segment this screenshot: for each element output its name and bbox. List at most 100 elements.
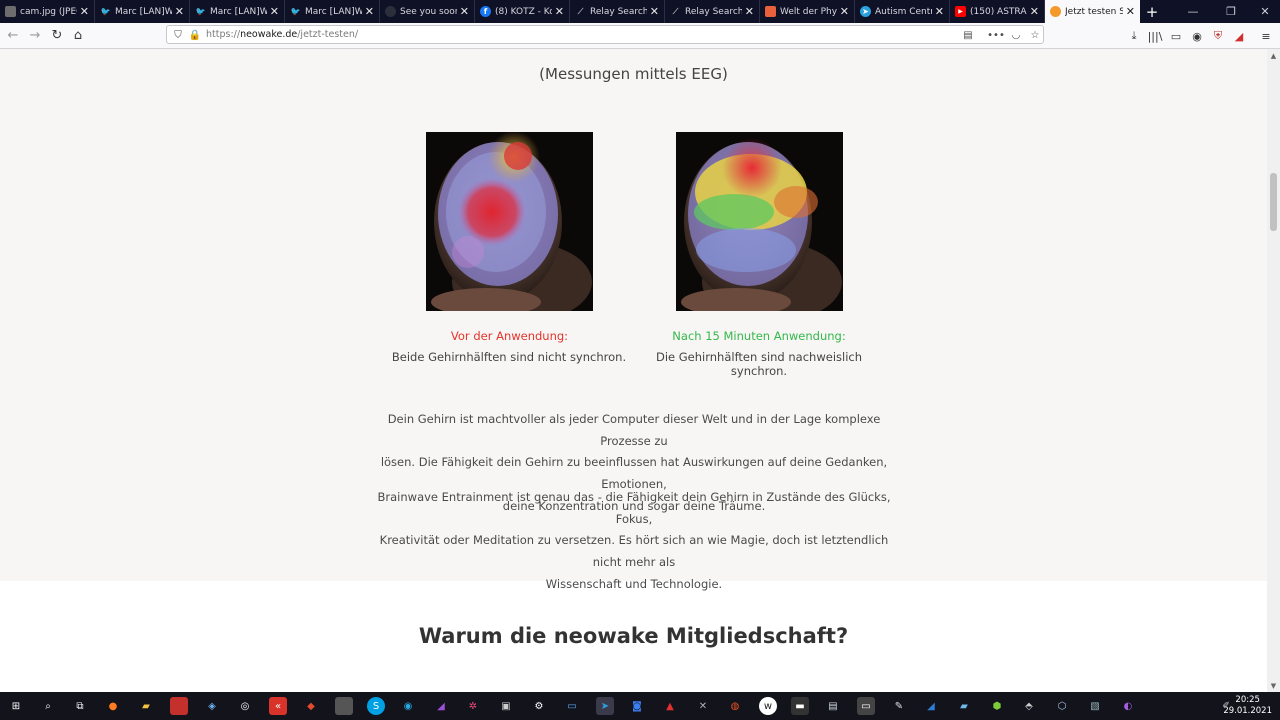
app-icon[interactable]: ◙ — [628, 697, 646, 715]
close-icon[interactable]: ✕ — [745, 5, 754, 18]
tab-title: Autism Centra — [875, 6, 932, 17]
close-icon[interactable]: ✕ — [270, 5, 279, 18]
scrollbar-thumb[interactable] — [1270, 173, 1277, 231]
reader-view-icon[interactable]: ▤ — [961, 28, 975, 42]
brain-scan-after-image — [676, 132, 843, 311]
browser-tab[interactable]: ➤ Autism Centra ✕ — [855, 0, 950, 23]
app-icon[interactable]: ✎ — [890, 697, 908, 715]
browser-tab[interactable]: cam.jpg (JPEG-Grafik ✕ — [0, 0, 95, 23]
close-icon[interactable]: ✕ — [1030, 5, 1039, 18]
browser-tab[interactable]: 🐦 Marc [LAN]WA ✕ — [285, 0, 380, 23]
app-icon[interactable] — [170, 697, 188, 715]
terminal-icon[interactable]: ▬ — [791, 697, 809, 715]
app-icon[interactable]: ◐ — [1119, 697, 1137, 715]
close-icon[interactable]: ✕ — [80, 5, 89, 18]
clock-time: 20:25 — [1235, 695, 1260, 705]
scroll-down-arrow-icon[interactable]: ▼ — [1267, 679, 1280, 692]
tab-title: See you soon — [400, 6, 457, 17]
download-icon[interactable]: ⤓ — [1126, 28, 1142, 44]
search-icon[interactable]: ⌕ — [39, 697, 57, 715]
app-icon[interactable]: ◢ — [922, 697, 940, 715]
app-icon[interactable]: « — [269, 697, 287, 715]
close-icon[interactable]: ✕ — [1126, 5, 1135, 18]
url-text[interactable]: https://neowake.de/jetzt-testen/ — [206, 29, 358, 40]
reload-icon[interactable]: ↻ — [48, 27, 66, 44]
app-icon[interactable]: ◆ — [302, 697, 320, 715]
bookmark-star-icon[interactable]: ☆ — [1028, 28, 1042, 42]
sidebar-icon[interactable]: ▭ — [1168, 28, 1184, 44]
app-icon[interactable]: ⬘ — [1020, 697, 1038, 715]
firefox-icon[interactable]: ● — [104, 697, 122, 715]
edge-icon[interactable]: ◉ — [399, 697, 417, 715]
shield-icon[interactable]: ⛉ — [171, 28, 185, 42]
app-icon[interactable]: ▲ — [661, 697, 679, 715]
browser-tab[interactable]: f (8) KOTZ - Kon ✕ — [475, 0, 570, 23]
browser-tab[interactable]: 🐦 Marc [LAN]WA ✕ — [95, 0, 190, 23]
page-actions-icon[interactable]: ••• — [987, 28, 1005, 42]
physics-icon — [765, 6, 776, 17]
telegram-icon[interactable]: ➤ — [596, 697, 614, 715]
new-tab-button[interactable]: + — [1140, 0, 1164, 23]
app-icon[interactable]: ▭ — [857, 697, 875, 715]
close-icon[interactable]: ✕ — [460, 5, 469, 18]
browser-tab[interactable]: Welt der Physik ✕ — [760, 0, 855, 23]
app-icon[interactable]: ▧ — [1086, 697, 1104, 715]
slack-icon[interactable]: ✲ — [464, 697, 482, 715]
browser-tab[interactable]: ▶ (150) ASTRALP ✕ — [950, 0, 1045, 23]
system-clock[interactable]: 20:25 29.01.2021 — [1223, 695, 1272, 717]
lock-icon[interactable]: 🔒 — [188, 28, 202, 42]
app-icon[interactable]: ▭ — [563, 697, 581, 715]
close-icon[interactable]: ✕ — [365, 5, 374, 18]
app-icon[interactable]: ◈ — [203, 697, 221, 715]
extension-icon[interactable]: ◢ — [1231, 28, 1247, 44]
app-icon[interactable]: w — [759, 697, 777, 715]
windows-start-icon[interactable]: ⊞ — [7, 697, 25, 715]
address-bar[interactable]: ⛉ 🔒 https://neowake.de/jetzt-testen/ ▤ •… — [166, 25, 1044, 44]
home-icon[interactable]: ⌂ — [69, 27, 87, 44]
browser-tab-active[interactable]: Jetzt testen Sei ✕ — [1045, 0, 1140, 23]
task-view-icon[interactable]: ⧉ — [71, 697, 89, 715]
scroll-up-arrow-icon[interactable]: ▲ — [1267, 49, 1280, 62]
pocket-icon[interactable]: ◡ — [1009, 28, 1023, 42]
tab-title: (8) KOTZ - Kon — [495, 6, 552, 17]
close-icon[interactable]: ✕ — [175, 5, 184, 18]
account-icon[interactable]: ◉ — [1189, 28, 1205, 44]
browser-tab[interactable]: ⟋ Relay Search | ✕ — [665, 0, 760, 23]
after-description: Die Gehirnhälften sind nachweislich sync… — [655, 350, 863, 378]
settings-gear-icon[interactable]: ⚙ — [530, 697, 548, 715]
skype-icon[interactable]: S — [367, 697, 385, 715]
after-label: Nach 15 Minuten Anwendung: — [672, 329, 846, 343]
app-icon[interactable]: ⬡ — [1053, 697, 1071, 715]
page-scrollbar[interactable]: ▲ ▼ — [1267, 49, 1280, 692]
app-icon[interactable]: ▰ — [955, 697, 973, 715]
minimize-button[interactable]: — — [1176, 0, 1210, 23]
app-icon[interactable]: ◎ — [236, 697, 254, 715]
browser-tab[interactable]: See you soon ✕ — [380, 0, 475, 23]
paragraph-line: Kreativität oder Meditation zu versetzen… — [379, 533, 889, 570]
paragraph-line: Brainwave Entrainment ist genau das - di… — [377, 490, 891, 526]
paragraph-line: Dein Gehirn ist machtvoller als jeder Co… — [387, 412, 881, 448]
app-icon[interactable]: ⬢ — [988, 697, 1006, 715]
forward-arrow-icon[interactable]: → — [26, 27, 44, 44]
close-icon[interactable]: ✕ — [840, 5, 849, 18]
close-icon[interactable]: ✕ — [935, 5, 944, 18]
library-icon[interactable]: |||\ — [1147, 28, 1163, 44]
close-window-button[interactable]: ✕ — [1248, 0, 1280, 23]
app-icon[interactable]: ✕ — [694, 697, 712, 715]
app-icon[interactable]: ◍ — [726, 697, 744, 715]
browser-tab[interactable]: ⟋ Relay Search ✕ — [570, 0, 665, 23]
close-icon[interactable]: ✕ — [650, 5, 659, 18]
image-file-icon — [5, 6, 16, 17]
app-icon[interactable]: ◢ — [432, 697, 450, 715]
app-icon[interactable] — [335, 697, 353, 715]
file-explorer-icon[interactable]: ▰ — [137, 697, 155, 715]
ublock-icon[interactable]: ⛨ — [1210, 28, 1226, 44]
back-arrow-icon[interactable]: ← — [4, 27, 22, 44]
neowake-icon — [1050, 6, 1061, 17]
app-icon[interactable]: ▣ — [497, 697, 515, 715]
restore-button[interactable]: ❐ — [1214, 0, 1248, 23]
app-icon[interactable]: ▤ — [824, 697, 842, 715]
close-icon[interactable]: ✕ — [555, 5, 564, 18]
menu-icon[interactable]: ≡ — [1258, 28, 1274, 44]
browser-tab[interactable]: 🐦 Marc [LAN]WA ✕ — [190, 0, 285, 23]
